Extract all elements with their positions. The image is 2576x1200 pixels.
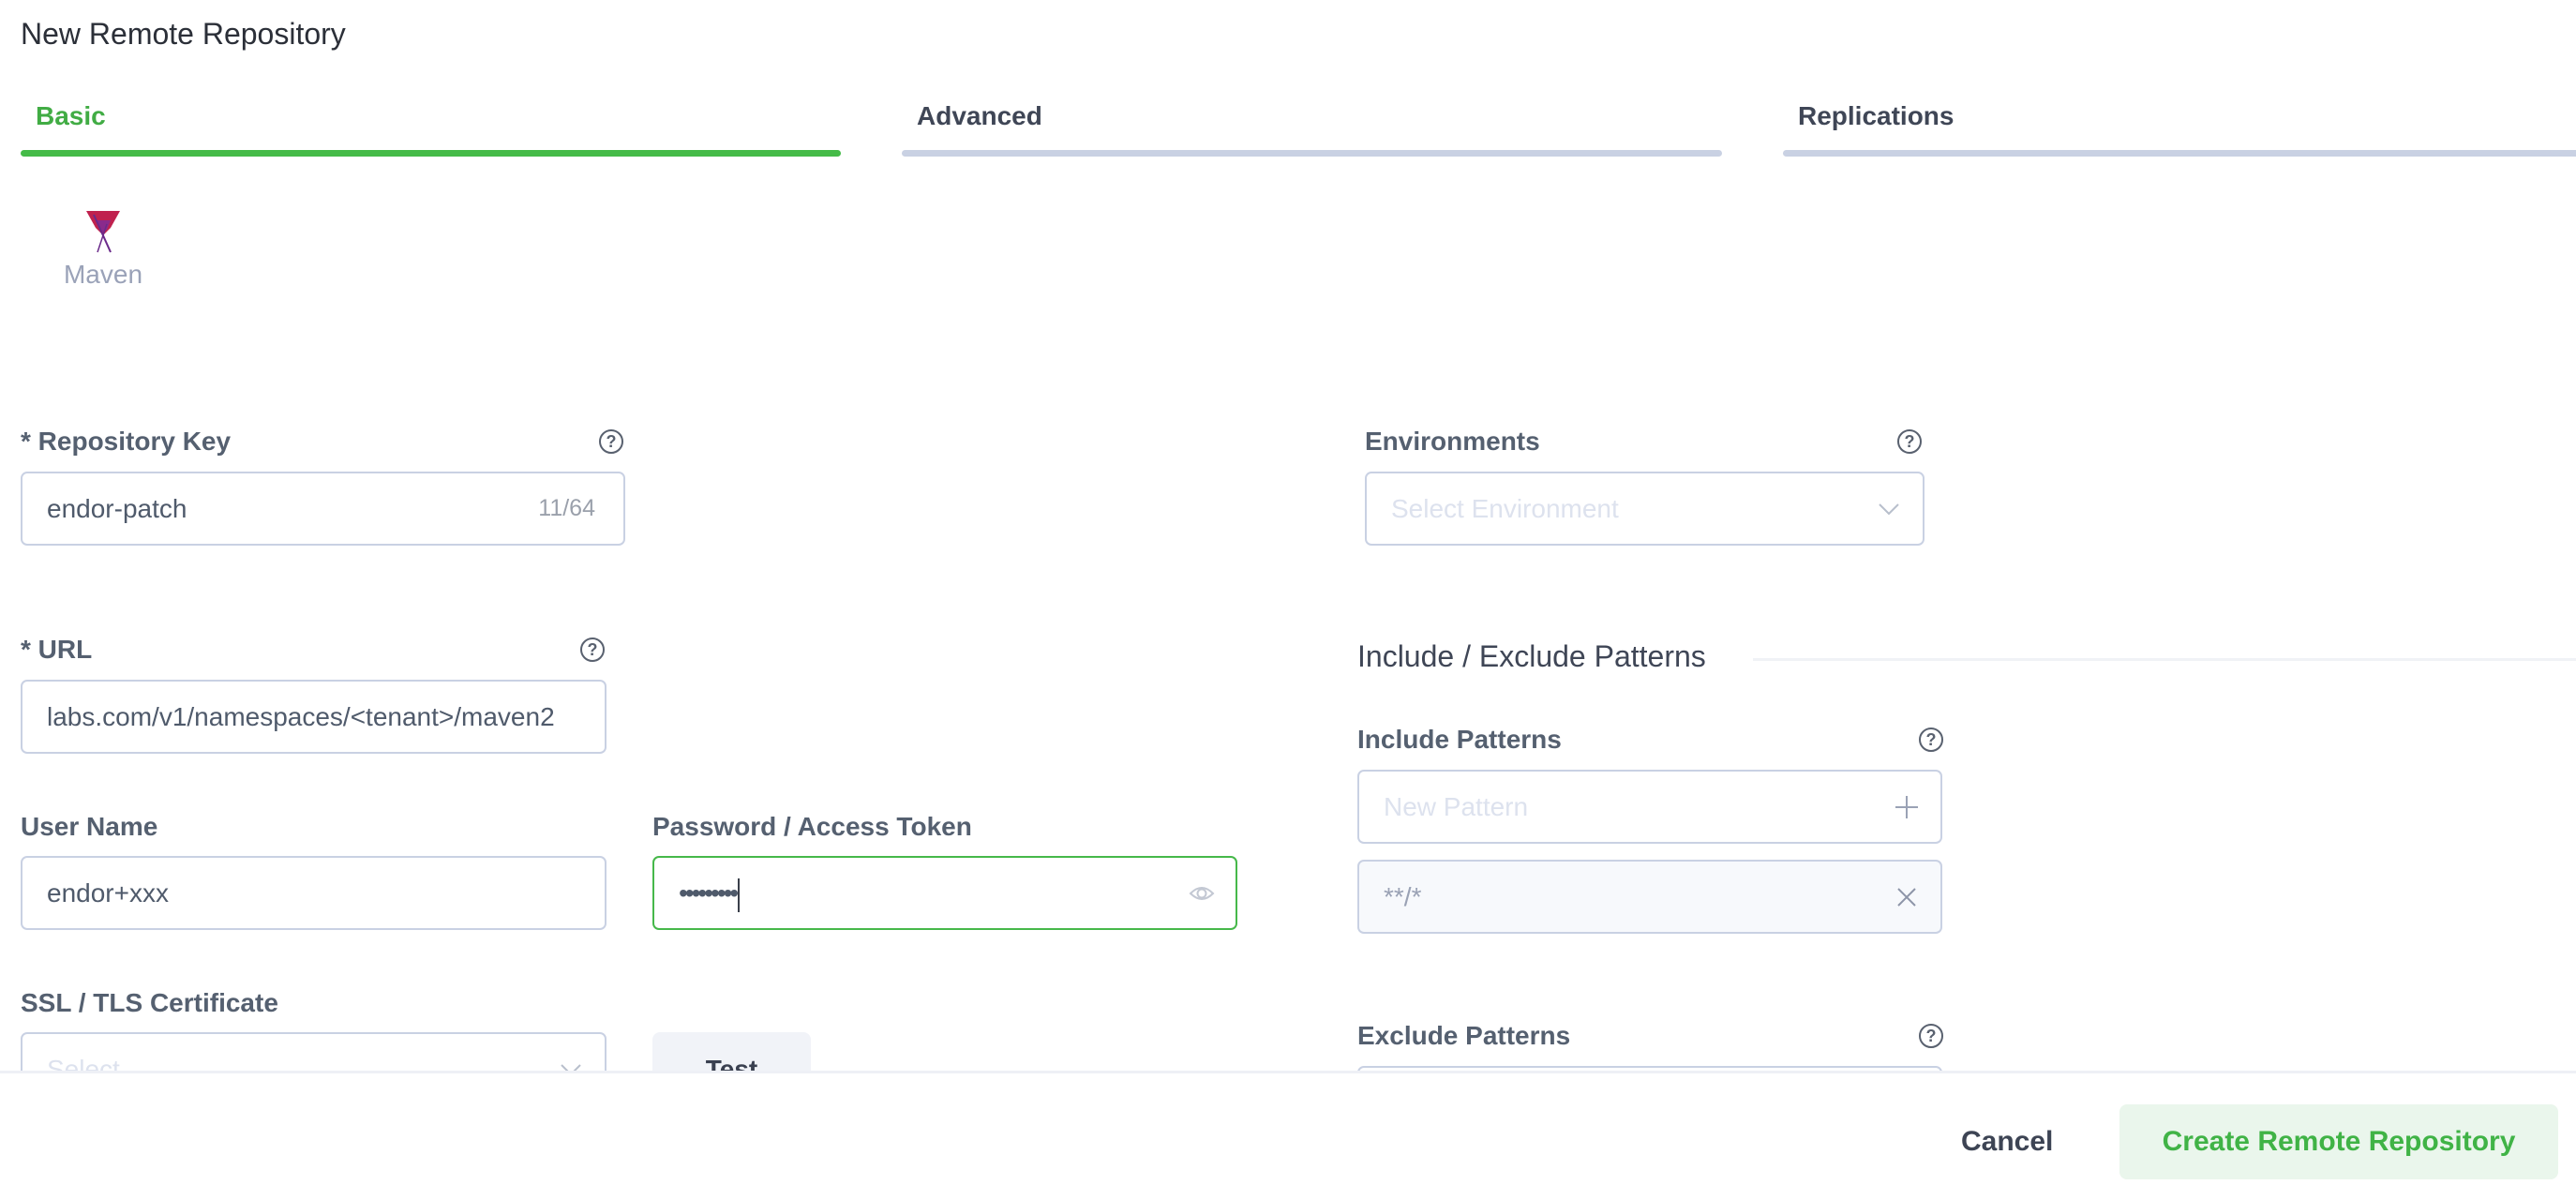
- question-circle-icon[interactable]: ?: [1897, 429, 1922, 454]
- environments-label: Environments: [1365, 427, 1540, 456]
- include-patterns-label: Include Patterns: [1357, 725, 1562, 754]
- tab-basic-label: Basic: [36, 101, 106, 130]
- password-value: •••••••••: [679, 878, 739, 908]
- repository-key-value: endor-patch: [47, 494, 187, 523]
- tab-replications[interactable]: Replications: [1783, 101, 2576, 159]
- include-pattern-item: **/*: [1357, 860, 1942, 934]
- close-icon[interactable]: [1894, 884, 1920, 910]
- url-input[interactable]: labs.com/v1/namespaces/<tenant>/maven2: [21, 680, 607, 754]
- ssl-certificate-label: SSL / TLS Certificate: [21, 988, 278, 1017]
- url-value: labs.com/v1/namespaces/<tenant>/maven2: [47, 702, 555, 731]
- tab-advanced[interactable]: Advanced: [902, 101, 1722, 159]
- password-label: Password / Access Token: [652, 812, 972, 841]
- environment-select[interactable]: Select Environment: [1365, 472, 1925, 546]
- plus-icon[interactable]: [1894, 794, 1920, 820]
- chevron-down-icon: [1879, 503, 1899, 516]
- new-pattern-placeholder: New Pattern: [1384, 792, 1529, 821]
- new-include-pattern-input[interactable]: New Pattern: [1357, 770, 1942, 844]
- question-circle-icon[interactable]: ?: [1919, 728, 1943, 752]
- user-name-label: User Name: [21, 812, 158, 841]
- user-name-value: endor+xxx: [47, 878, 169, 908]
- eye-icon[interactable]: [1189, 880, 1215, 907]
- create-remote-repository-button[interactable]: Create Remote Repository: [2119, 1104, 2558, 1179]
- page-title: New Remote Repository: [21, 17, 346, 51]
- tab-basic-indicator: [21, 150, 841, 157]
- repository-key-label: * Repository Key: [21, 427, 232, 456]
- tab-basic[interactable]: Basic: [21, 101, 841, 159]
- tab-replications-indicator: [1783, 150, 2576, 157]
- question-circle-icon[interactable]: ?: [599, 429, 623, 454]
- tab-advanced-label: Advanced: [917, 101, 1042, 130]
- tab-advanced-indicator: [902, 150, 1722, 157]
- tab-replications-label: Replications: [1798, 101, 1954, 130]
- text-cursor: [738, 878, 741, 912]
- package-type-label: Maven: [63, 260, 143, 289]
- repository-key-input[interactable]: endor-patch 11/64: [21, 472, 625, 546]
- cancel-button[interactable]: Cancel: [1961, 1114, 2053, 1170]
- url-label: * URL: [21, 635, 93, 664]
- include-pattern-value: **/*: [1384, 882, 1422, 911]
- password-input[interactable]: •••••••••: [652, 856, 1237, 930]
- character-counter: 11/64: [538, 495, 595, 521]
- question-circle-icon[interactable]: ?: [580, 638, 605, 662]
- section-divider: [1753, 658, 2576, 661]
- patterns-section-title: Include / Exclude Patterns: [1357, 639, 1706, 673]
- environment-placeholder: Select Environment: [1391, 494, 1619, 523]
- package-type-maven: Maven: [56, 211, 150, 290]
- question-circle-icon[interactable]: ?: [1919, 1024, 1943, 1048]
- user-name-input[interactable]: endor+xxx: [21, 856, 607, 930]
- maven-feather-icon: [86, 211, 120, 253]
- exclude-patterns-label: Exclude Patterns: [1357, 1021, 1571, 1050]
